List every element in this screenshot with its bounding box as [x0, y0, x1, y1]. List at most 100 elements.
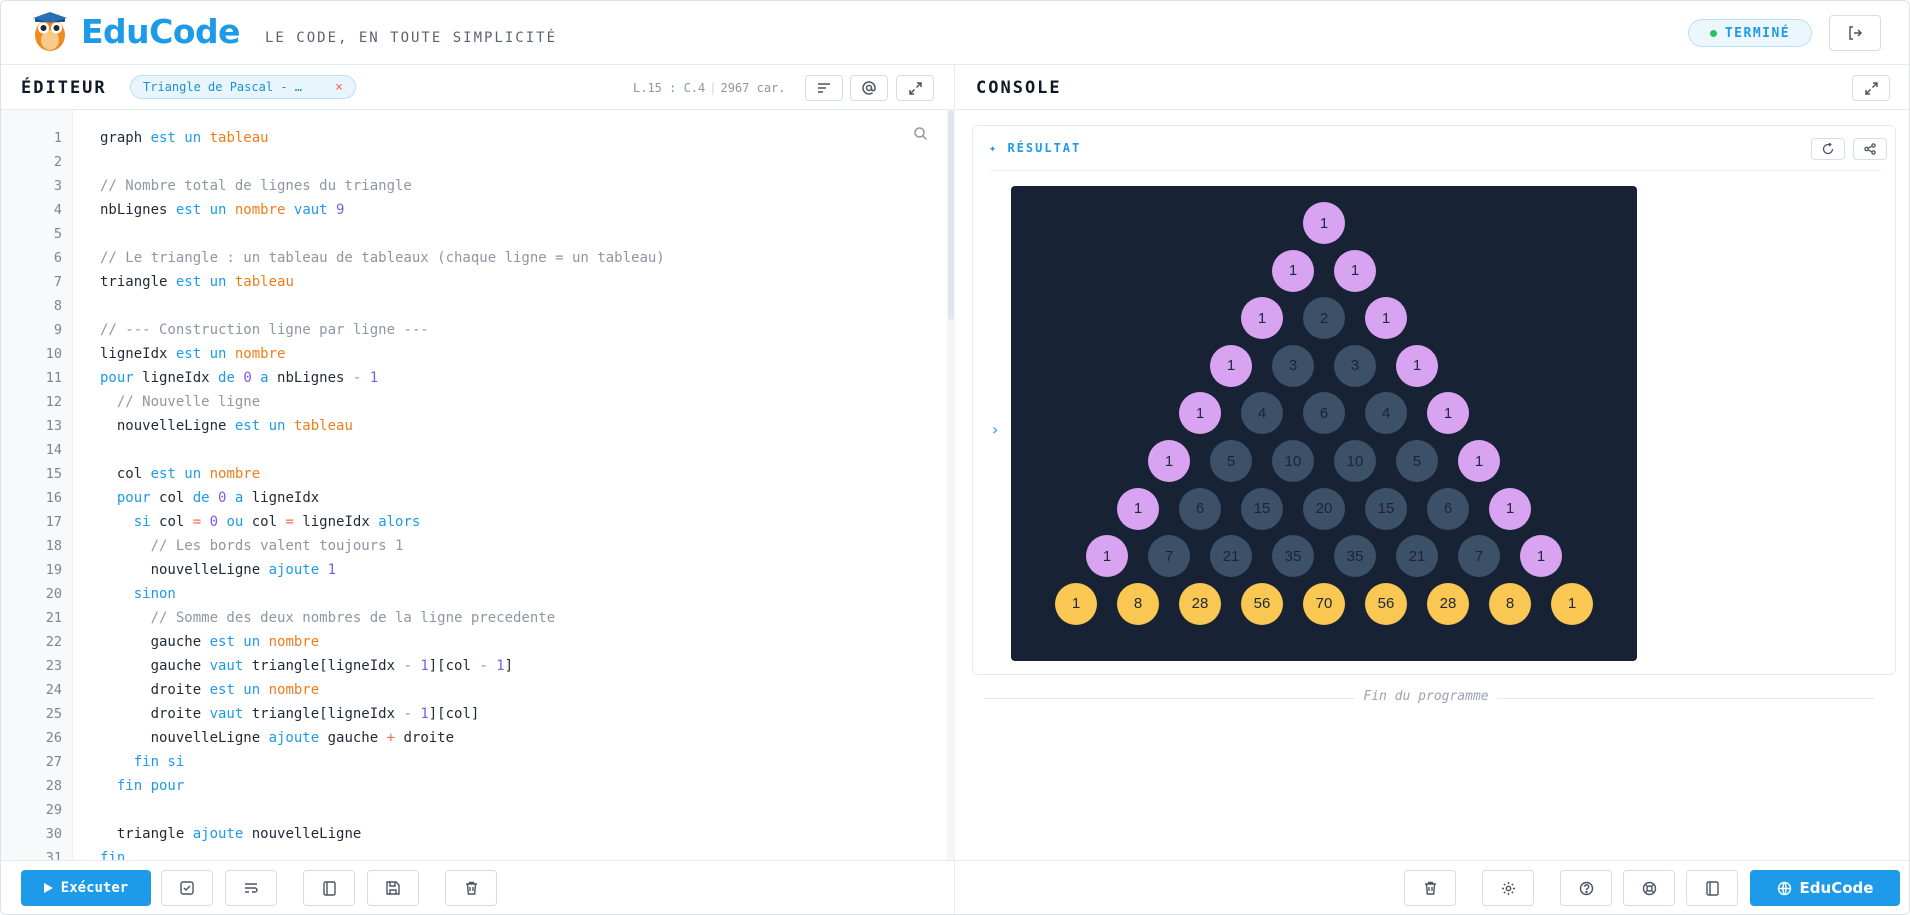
share-icon: [1864, 143, 1876, 155]
code-line[interactable]: 18 // Les bords valent toujours 1: [1, 534, 955, 558]
code-token: est un: [175, 274, 235, 290]
code-line[interactable]: 28 fin pour: [1, 774, 955, 798]
code-line[interactable]: 2: [1, 150, 955, 174]
close-tab-icon[interactable]: ×: [335, 80, 343, 95]
docs-console-button[interactable]: [1686, 870, 1738, 906]
code-line[interactable]: 7 triangle est un tableau: [1, 270, 955, 294]
check-button[interactable]: [161, 870, 213, 906]
code-token: nombre: [234, 346, 286, 362]
clear-editor-button[interactable]: [445, 870, 497, 906]
save-button[interactable]: [367, 870, 419, 906]
triangle-node: 6: [1179, 487, 1221, 530]
settings-button[interactable]: [1482, 870, 1534, 906]
code-line[interactable]: 25 droite vaut triangle[ligneIdx - 1][co…: [1, 702, 955, 726]
code-line[interactable]: 16 pour col de 0 a ligneIdx: [1, 486, 955, 510]
code-token: nouvelleLigne: [100, 418, 235, 434]
code-line[interactable]: 31 fin: [1, 846, 955, 860]
code-editor[interactable]: 1 graph est un tableau 2 3// Nombre total d…: [1, 110, 955, 860]
search-icon[interactable]: [913, 126, 928, 141]
code-text: ligneIdx est un nombre: [100, 342, 285, 366]
code-line[interactable]: 3 // Nombre total de lignes du triangle: [1, 174, 955, 198]
logout-button[interactable]: [1829, 15, 1881, 51]
code-text: // Le triangle : un tableau de tableaux …: [100, 246, 665, 270]
code-token: ajoute: [268, 730, 328, 746]
code-line[interactable]: 13 nouvelleLigne est un tableau: [1, 414, 955, 438]
code-token: 1: [420, 658, 429, 674]
book-icon: [322, 880, 336, 896]
line-number: 21: [45, 610, 62, 626]
code-token: // Somme des deux nombres de la ligne pr…: [100, 610, 556, 626]
code-line[interactable]: 1 graph est un tableau: [1, 126, 955, 150]
file-tab[interactable]: Triangle de Pascal - … ×: [130, 75, 356, 99]
code-line[interactable]: 29: [1, 798, 955, 822]
code-token: alors: [378, 514, 421, 530]
code-line[interactable]: 22 gauche est un nombre: [1, 630, 955, 654]
editor-pane: ÉDITEUR Triangle de Pascal - … × L.15 : …: [1, 65, 955, 914]
triangle-node: 21: [1210, 535, 1252, 578]
cursor-position: L.15 : C.4 | 2967 car.: [633, 81, 786, 95]
expand-console-button[interactable]: [1852, 75, 1890, 101]
code-line[interactable]: 19 nouvelleLigne ajoute 1: [1, 558, 955, 582]
wrap-button[interactable]: [225, 870, 277, 906]
code-line[interactable]: 30 triangle ajoute nouvelleLigne: [1, 822, 955, 846]
line-number: 1: [53, 130, 62, 146]
code-text: nouvelleLigne est un tableau: [100, 414, 353, 438]
status-label: TERMINÉ: [1724, 25, 1791, 41]
code-line[interactable]: 11 pour ligneIdx de 0 a nbLignes - 1: [1, 366, 955, 390]
format-button[interactable]: [805, 75, 843, 101]
code-text: fin si: [100, 750, 185, 774]
code-lines[interactable]: 1 graph est un tableau 2 3// Nombre total d…: [1, 126, 955, 860]
triangle-node: 1: [1272, 249, 1314, 292]
editor-scroll-thumb[interactable]: [948, 110, 954, 320]
code-token: fin: [100, 850, 126, 860]
code-token: est un: [209, 634, 269, 650]
code-line[interactable]: 20 sinon: [1, 582, 955, 606]
help-button[interactable]: [1560, 870, 1612, 906]
code-line[interactable]: 4 nbLignes est un nombre vaut 9: [1, 198, 955, 222]
code-token: col: [251, 514, 286, 530]
run-button[interactable]: Exécuter: [21, 870, 151, 906]
editor-title: ÉDITEUR: [21, 78, 107, 98]
code-token: =: [192, 514, 210, 530]
clear-console-button[interactable]: [1404, 870, 1456, 906]
code-line[interactable]: 5: [1, 222, 955, 246]
educode-button[interactable]: EduCode: [1750, 870, 1900, 906]
triangle-node: 1: [1520, 535, 1562, 578]
code-line[interactable]: 14: [1, 438, 955, 462]
code-token: gauche: [100, 658, 210, 674]
line-number: 24: [45, 682, 62, 698]
code-line[interactable]: 27 fin si: [1, 750, 955, 774]
code-line[interactable]: 8: [1, 294, 955, 318]
share-button[interactable]: [1853, 138, 1887, 160]
code-line[interactable]: 17 si col = 0 ou col = ligneIdx alors: [1, 510, 955, 534]
code-line[interactable]: 12 // Nouvelle ligne: [1, 390, 955, 414]
mention-button[interactable]: [850, 75, 888, 101]
code-line[interactable]: 9 // --- Construction ligne par ligne ---: [1, 318, 955, 342]
triangle-node: 1: [1210, 344, 1252, 387]
code-text: triangle ajoute nouvelleLigne: [100, 822, 361, 846]
chevron-right-icon[interactable]: ›: [992, 420, 998, 439]
support-button[interactable]: [1623, 870, 1675, 906]
code-token: est un: [234, 418, 294, 434]
code-token: si: [100, 514, 160, 530]
docs-button[interactable]: [303, 870, 355, 906]
code-line[interactable]: 24 droite est un nombre: [1, 678, 955, 702]
code-token: de: [192, 490, 219, 506]
code-line[interactable]: 10 ligneIdx est un nombre: [1, 342, 955, 366]
code-line[interactable]: 15 col est un nombre: [1, 462, 955, 486]
refresh-button[interactable]: [1811, 138, 1845, 160]
triangle-node: 1: [1458, 440, 1500, 482]
owl-logo-icon: [33, 12, 67, 51]
code-token: vaut: [209, 706, 252, 722]
code-token: triangle: [100, 826, 193, 842]
code-line[interactable]: 23 gauche vaut triangle[ligneIdx - 1][co…: [1, 654, 955, 678]
expand-editor-button[interactable]: [896, 75, 934, 101]
line-number: 17: [45, 514, 62, 530]
code-token: nbLignes: [277, 370, 353, 386]
status-dot-icon: [1709, 29, 1717, 37]
code-line[interactable]: 6 // Le triangle : un tableau de tableaux…: [1, 246, 955, 270]
code-token: droite: [100, 706, 210, 722]
code-token: nombre: [268, 682, 320, 698]
code-line[interactable]: 21 // Somme des deux nombres de la ligne…: [1, 606, 955, 630]
code-line[interactable]: 26 nouvelleLigne ajoute gauche + droite: [1, 726, 955, 750]
